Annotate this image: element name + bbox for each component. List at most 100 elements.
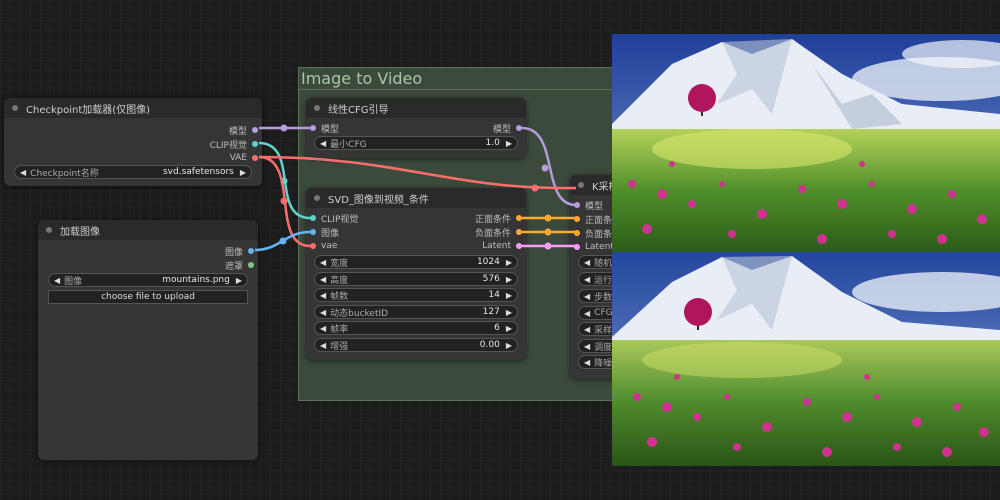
collapse-dot-icon[interactable] [12, 105, 18, 111]
output-slot-latent[interactable]: Latent [482, 240, 526, 252]
slot-dot-icon[interactable] [574, 202, 580, 208]
arrow-right-icon[interactable]: ▶ [506, 258, 512, 267]
height-number[interactable]: ◀ 高度 576 ▶ [314, 272, 518, 286]
node-header[interactable]: SVD_图像到视频_条件 [306, 188, 526, 208]
widget-value: 14 [488, 290, 500, 300]
slot-dot-icon[interactable] [516, 215, 522, 221]
arrow-left-icon[interactable]: ◀ [320, 275, 326, 284]
preview-image-top[interactable] [612, 34, 1000, 252]
output-slot-mask[interactable]: 遮罩 [225, 259, 258, 272]
slot-dot-icon[interactable] [310, 215, 316, 221]
slot-label: vae [321, 241, 338, 251]
frames-number[interactable]: ◀ 帧数 14 ▶ [314, 288, 518, 302]
slot-dot-icon[interactable] [310, 125, 316, 131]
input-slot-image[interactable]: 图像 [306, 226, 339, 239]
widget-label: 采样 [594, 325, 613, 336]
arrow-left-icon[interactable]: ◀ [54, 276, 60, 285]
output-slot-model[interactable]: 模型 [229, 124, 262, 137]
arrow-left-icon[interactable]: ◀ [320, 291, 326, 300]
collapse-dot-icon[interactable] [314, 105, 320, 111]
arrow-left-icon[interactable]: ◀ [584, 292, 590, 301]
arrow-left-icon[interactable]: ◀ [320, 308, 326, 317]
arrow-right-icon[interactable]: ▶ [506, 341, 512, 350]
upload-button[interactable]: choose file to upload [48, 290, 248, 304]
slot-dot-icon[interactable] [248, 248, 254, 254]
slot-dot-icon[interactable] [516, 125, 522, 131]
min-cfg-number[interactable]: ◀ 最小CFG 1.0 ▶ [314, 136, 518, 150]
node-header[interactable]: 加载图像 [38, 220, 258, 240]
input-slot-clip-vision[interactable]: CLIP视觉 [306, 212, 359, 225]
collapse-dot-icon[interactable] [46, 227, 52, 233]
arrow-left-icon[interactable]: ◀ [584, 258, 590, 267]
slot-label: 正面条件 [474, 214, 511, 225]
widget-label: CFG [594, 308, 613, 318]
arrow-left-icon[interactable]: ◀ [584, 275, 590, 284]
widget-label: 步数 [594, 292, 613, 303]
image-combo[interactable]: ◀ 图像 mountains.png ▶ [48, 273, 248, 287]
output-slot-vae[interactable]: VAE [230, 152, 262, 164]
checkpoint-name-combo[interactable]: ◀ Checkpoint名称 svd.safetensors ▶ [14, 165, 252, 179]
arrow-right-icon[interactable]: ▶ [506, 139, 512, 148]
collapse-dot-icon[interactable] [314, 195, 320, 201]
arrow-left-icon[interactable]: ◀ [320, 139, 326, 148]
widget-value: 0.00 [479, 340, 500, 350]
slot-dot-icon[interactable] [574, 216, 580, 222]
preview-image-bottom[interactable] [612, 252, 1000, 466]
input-slot-vae[interactable]: vae [306, 240, 337, 252]
arrow-left-icon[interactable]: ◀ [584, 358, 590, 367]
arrow-left-icon[interactable]: ◀ [584, 325, 590, 334]
node-title: 线性CFG引导 [328, 104, 389, 116]
slot-dot-icon[interactable] [516, 229, 522, 235]
slot-dot-icon[interactable] [248, 262, 254, 268]
input-slot-latent[interactable]: Latent [570, 241, 614, 253]
slot-dot-icon[interactable] [310, 243, 316, 249]
slot-dot-icon[interactable] [574, 244, 580, 250]
output-slot-positive[interactable]: 正面条件 [474, 212, 526, 225]
widget-label: 运行 [594, 275, 613, 286]
fps-number[interactable]: ◀ 帧率 6 ▶ [314, 321, 518, 335]
slot-dot-icon[interactable] [310, 229, 316, 235]
widget-value: 6 [494, 323, 500, 333]
input-slot-model[interactable]: 模型 [306, 122, 339, 135]
slot-dot-icon[interactable] [574, 230, 580, 236]
arrow-right-icon[interactable]: ▶ [506, 308, 512, 317]
node-title: Checkpoint加载器(仅图像) [26, 104, 151, 116]
output-slot-negative[interactable]: 负面条件 [475, 226, 526, 239]
arrow-left-icon[interactable]: ◀ [584, 309, 590, 318]
group-title[interactable]: Image to Video [301, 69, 422, 88]
slot-label: VAE [229, 153, 247, 163]
node-checkpoint-loader[interactable]: Checkpoint加载器(仅图像) 模型 CLIP视觉 VAE ◀ Check… [4, 98, 262, 186]
arrow-left-icon[interactable]: ◀ [320, 324, 326, 333]
widget-value: svd.safetensors [162, 167, 234, 177]
arrow-left-icon[interactable]: ◀ [320, 341, 326, 350]
arrow-right-icon[interactable]: ▶ [240, 168, 246, 177]
output-slot-model[interactable]: 模型 [492, 122, 526, 135]
arrow-right-icon[interactable]: ▶ [506, 291, 512, 300]
node-linear-cfg[interactable]: 线性CFG引导 模型 模型 ◀ 最小CFG 1.0 ▶ [306, 98, 526, 158]
link-midpoint-dot [280, 124, 288, 132]
arrow-right-icon[interactable]: ▶ [236, 276, 242, 285]
slot-dot-icon[interactable] [252, 127, 258, 133]
arrow-right-icon[interactable]: ▶ [506, 324, 512, 333]
augmentation-number[interactable]: ◀ 增强 0.00 ▶ [314, 338, 518, 352]
input-slot-model[interactable]: 模型 [570, 199, 603, 212]
slot-label: CLIP视觉 [321, 214, 359, 225]
widget-label: 降噪 [594, 358, 613, 369]
collapse-dot-icon[interactable] [578, 182, 584, 188]
slot-dot-icon[interactable] [252, 141, 258, 147]
arrow-left-icon[interactable]: ◀ [320, 258, 326, 267]
node-header[interactable]: Checkpoint加载器(仅图像) [4, 98, 262, 118]
motion-bucket-number[interactable]: ◀ 动态bucketID 127 ▶ [314, 305, 518, 319]
arrow-left-icon[interactable]: ◀ [584, 342, 590, 351]
slot-dot-icon[interactable] [252, 155, 258, 161]
node-load-image[interactable]: 加载图像 图像 遮罩 ◀ 图像 mountains.png ▶ choose f… [38, 220, 258, 460]
output-slot-image[interactable]: 图像 [225, 245, 258, 258]
arrow-left-icon[interactable]: ◀ [20, 168, 26, 177]
arrow-right-icon[interactable]: ▶ [506, 275, 512, 284]
node-header[interactable]: 线性CFG引导 [306, 98, 526, 118]
slot-dot-icon[interactable] [516, 243, 522, 249]
slot-label: 模型 [492, 124, 511, 135]
output-slot-clip-vision[interactable]: CLIP视觉 [210, 138, 262, 151]
node-svd-img2vid-conditioning[interactable]: SVD_图像到视频_条件 CLIP视觉 图像 vae 正面条件 负面条件 Lat… [306, 188, 526, 360]
width-number[interactable]: ◀ 宽度 1024 ▶ [314, 255, 518, 269]
